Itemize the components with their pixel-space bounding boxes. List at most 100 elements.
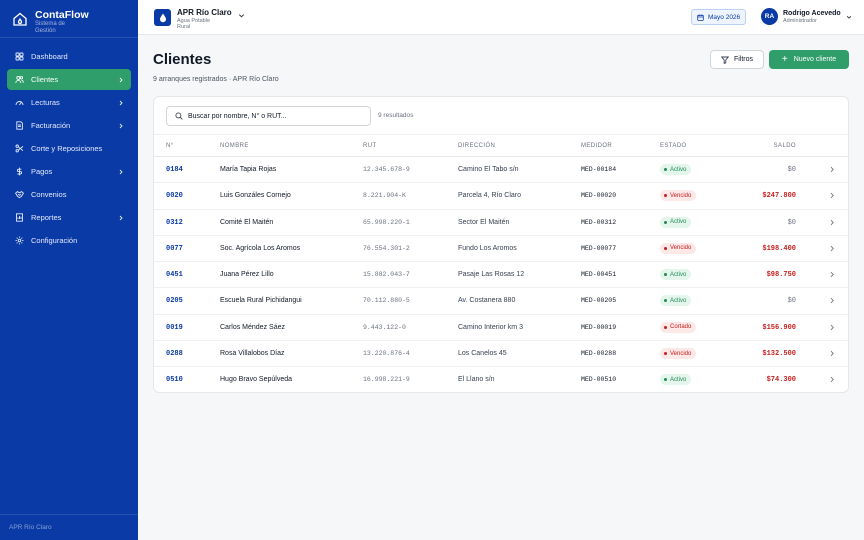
client-meter: MED-00077 xyxy=(581,244,617,252)
chevron-right-icon[interactable] xyxy=(829,376,835,383)
chevron-right-icon[interactable] xyxy=(829,192,835,199)
search-input[interactable] xyxy=(188,112,358,120)
table-row[interactable]: 0205 Escuela Rural Pichidangui 70.112.880-… xyxy=(154,288,848,315)
chevron-right-icon xyxy=(119,123,123,128)
header-num[interactable]: N° xyxy=(166,143,174,149)
chevron-down-icon xyxy=(238,14,244,18)
table-row[interactable]: 0019 Carlos Méndez Sáez 9.443.122-0 Camino … xyxy=(154,315,848,342)
table-row[interactable]: 0020 Luis Gonzáles Cornejo 8.221.904-K Parc… xyxy=(154,183,848,210)
table-row[interactable]: 0288 Rosa Villalobos Díaz 13.220.876-4 Los … xyxy=(154,341,848,368)
handshake-icon xyxy=(15,191,24,199)
sidebar-item-label: Reportes xyxy=(31,213,62,222)
client-name: Juana Pérez Lillo xyxy=(220,271,274,279)
client-rut: 9.443.122-0 xyxy=(363,323,406,331)
period-selector[interactable]: Mayo 2026 xyxy=(691,9,747,25)
topbar: APR Río Claro Agua Potable Rural Mayo 20… xyxy=(138,0,864,35)
client-balance: $98.750 xyxy=(766,271,796,280)
client-balance: $0 xyxy=(787,297,796,306)
client-rut: 13.220.876-4 xyxy=(363,350,410,358)
status-badge: Cortado xyxy=(660,321,697,333)
client-meter: MED-00312 xyxy=(581,218,617,226)
client-address: Pasaje Las Rosas 12 xyxy=(458,271,525,279)
sidebar-footer: APR Río Claro xyxy=(0,514,138,540)
invoice-icon xyxy=(16,121,23,130)
sidebar-item-configuracion[interactable]: Configuración xyxy=(7,230,131,251)
chevron-down-icon xyxy=(846,15,851,19)
sidebar-item-label: Lecturas xyxy=(31,98,60,107)
scissors-icon xyxy=(15,144,24,153)
client-number[interactable]: 0184 xyxy=(166,166,183,174)
client-name: Rosa Villalobos Díaz xyxy=(220,350,285,358)
sidebar-item-clientes[interactable]: Clientes xyxy=(7,69,131,90)
results-count: 9 resultados xyxy=(378,112,414,119)
client-balance: $0 xyxy=(787,218,796,227)
client-name: Luis Gonzáles Cornejo xyxy=(220,192,291,200)
app-name: ContaFlow xyxy=(35,9,89,21)
user-role: Administrador xyxy=(783,17,817,24)
header-status[interactable]: ESTADO xyxy=(660,143,687,149)
sidebar-item-reportes[interactable]: Reportes xyxy=(7,207,131,228)
client-number[interactable]: 0312 xyxy=(166,219,183,227)
client-number[interactable]: 0205 xyxy=(166,297,183,305)
client-number[interactable]: 0077 xyxy=(166,245,183,253)
chevron-right-icon[interactable] xyxy=(829,245,835,252)
client-address: Parcela 4, Río Claro xyxy=(458,192,522,200)
chevron-right-icon[interactable] xyxy=(829,297,835,304)
plus-icon: + xyxy=(781,53,788,65)
chevron-right-icon[interactable] xyxy=(829,271,835,278)
new-client-button[interactable]: + Nuevo cliente xyxy=(769,50,849,69)
chevron-right-icon[interactable] xyxy=(829,166,835,173)
sidebar-item-lecturas[interactable]: Lecturas xyxy=(7,92,131,113)
header-balance[interactable]: SALDO xyxy=(774,143,796,149)
calendar-icon xyxy=(697,14,704,21)
client-number[interactable]: 0020 xyxy=(166,192,183,200)
client-number[interactable]: 0019 xyxy=(166,324,183,332)
client-address: Camino Interior km 3 xyxy=(458,323,523,331)
filters-button[interactable]: Filtros xyxy=(710,50,764,69)
table-row[interactable]: 0077 Soc. Agrícola Los Aromos 76.554.301-2… xyxy=(154,236,848,263)
sidebar-item-label: Configuración xyxy=(31,236,78,245)
chevron-right-icon[interactable] xyxy=(829,324,835,331)
client-number[interactable]: 0288 xyxy=(166,350,183,358)
header-address[interactable]: DIRECCIÓN xyxy=(458,143,495,149)
sidebar-item-label: Corte y Reposiciones xyxy=(31,144,103,153)
chevron-right-icon xyxy=(119,215,123,220)
table-row[interactable]: 0510 Hugo Bravo Sepúlveda 16.998.221-9 El L… xyxy=(154,367,848,392)
user-menu[interactable]: RA Rodrigo Acevedo Administrador xyxy=(761,8,852,25)
brand[interactable]: ContaFlow Sistema de Gestión xyxy=(0,0,138,38)
sidebar-item-convenios[interactable]: Convenios xyxy=(7,184,131,205)
main-content: Clientes 9 arranques registrados · APR R… xyxy=(138,35,864,540)
home-icon xyxy=(13,12,27,26)
search-box[interactable] xyxy=(166,106,371,126)
table-body: 0184 María Tapia Rojas 12.345.678-9 Camino … xyxy=(154,157,848,392)
header-meter[interactable]: MEDIDOR xyxy=(581,143,612,149)
table-row[interactable]: 0312 Comité El Maitén 65.998.220-1 Sector E… xyxy=(154,210,848,236)
sidebar-item-facturacion[interactable]: Facturación xyxy=(7,115,131,136)
page-subtitle: 9 arranques registrados · APR Río Claro xyxy=(153,76,279,83)
client-rut: 8.221.904-K xyxy=(363,192,406,200)
client-number[interactable]: 0451 xyxy=(166,271,183,279)
report-icon xyxy=(16,213,23,222)
grid-icon xyxy=(15,52,24,61)
client-name: Soc. Agrícola Los Aromos xyxy=(220,244,301,252)
client-rut: 65.998.220-1 xyxy=(363,218,410,226)
chevron-right-icon[interactable] xyxy=(829,350,835,357)
sidebar-item-dashboard[interactable]: Dashboard xyxy=(7,46,131,67)
client-name: Carlos Méndez Sáez xyxy=(220,323,285,331)
org-switcher[interactable]: APR Río Claro Agua Potable Rural xyxy=(154,8,245,30)
client-balance: $198.400 xyxy=(762,244,796,253)
header-rut[interactable]: RUT xyxy=(363,143,377,149)
chevron-right-icon[interactable] xyxy=(829,219,835,226)
client-rut: 12.345.678-9 xyxy=(363,166,410,173)
sidebar-item-pagos[interactable]: Pagos xyxy=(7,161,131,182)
chevron-right-icon xyxy=(119,169,123,174)
client-balance: $132.500 xyxy=(762,350,796,359)
table-row[interactable]: 0451 Juana Pérez Lillo 15.882.043-7 Pasaje … xyxy=(154,262,848,289)
users-icon xyxy=(15,76,24,84)
clients-table-card: 9 resultados N° NOMBRE RUT DIRECCIÓN MED… xyxy=(153,96,849,393)
client-balance: $0 xyxy=(787,166,796,174)
header-name[interactable]: NOMBRE xyxy=(220,143,249,149)
client-number[interactable]: 0510 xyxy=(166,376,183,384)
table-row[interactable]: 0184 María Tapia Rojas 12.345.678-9 Camino … xyxy=(154,157,848,184)
sidebar-item-corte-y-reposiciones[interactable]: Corte y Reposiciones xyxy=(7,138,131,159)
